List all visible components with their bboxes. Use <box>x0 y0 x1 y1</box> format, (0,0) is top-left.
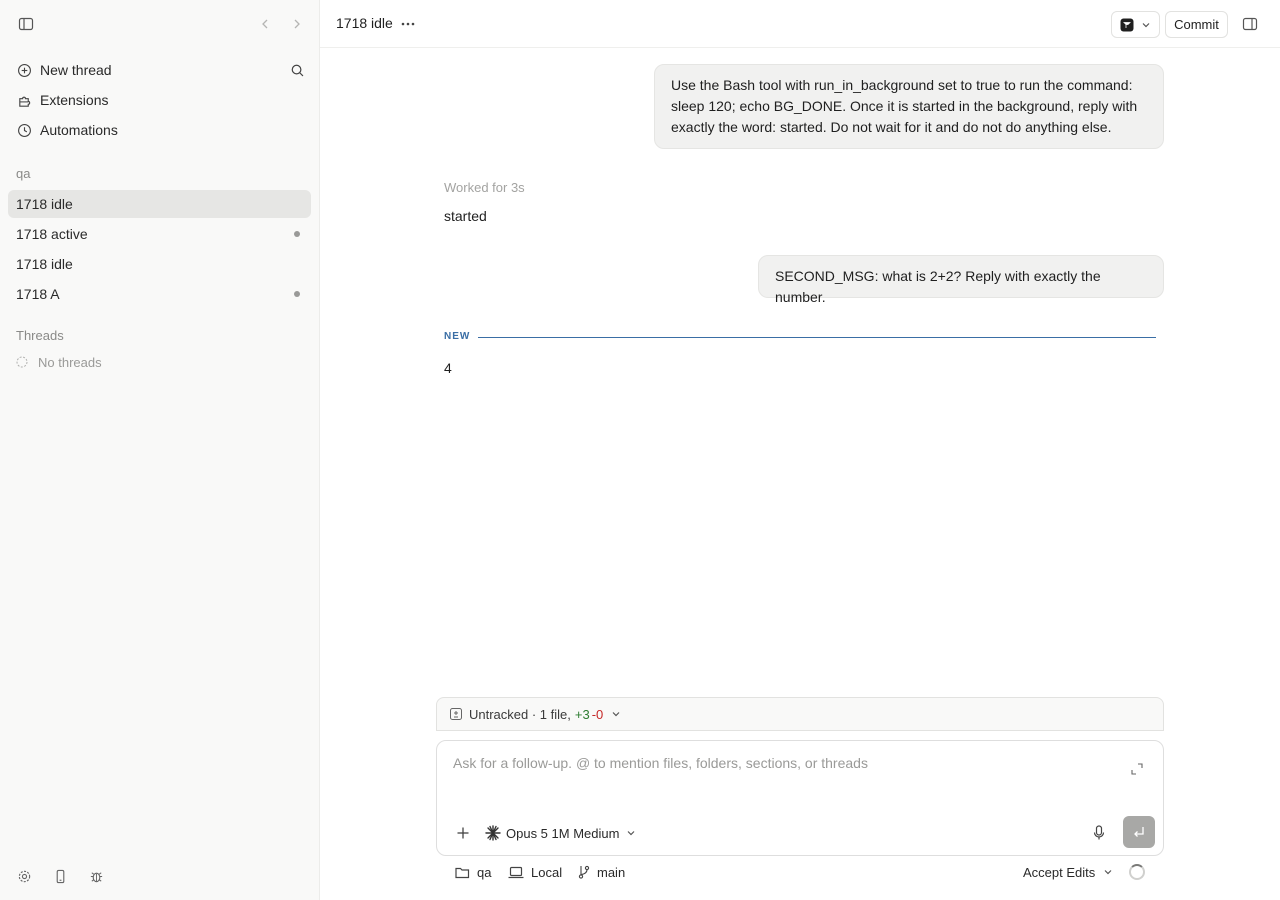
accept-edits-dropdown[interactable]: Accept Edits <box>1023 862 1113 882</box>
branch-label: main <box>597 864 626 880</box>
file-diff-icon <box>450 708 462 720</box>
new-thread-label: New thread <box>40 62 112 78</box>
project-label: qa <box>16 166 31 181</box>
diff-additions: +3 <box>574 706 590 722</box>
model-selector[interactable]: Opus 5 1M Medium <box>485 821 636 845</box>
assistant-message: started <box>444 208 487 224</box>
git-branch-icon <box>578 865 590 879</box>
thread-item[interactable]: 1718 active <box>8 220 311 248</box>
laptop-icon <box>508 866 524 879</box>
no-threads-label: No threads <box>38 354 102 370</box>
send-button[interactable] <box>1123 816 1155 848</box>
forward-arrow-icon[interactable] <box>285 12 309 36</box>
thread-status-dot <box>294 291 300 297</box>
chevron-down-icon <box>1103 867 1113 877</box>
new-thread-button[interactable]: New thread <box>8 56 311 84</box>
more-options-icon[interactable] <box>396 12 420 36</box>
toggle-right-panel-icon[interactable] <box>1238 12 1262 36</box>
microphone-icon[interactable] <box>1087 821 1111 845</box>
search-icon[interactable] <box>285 58 309 82</box>
model-label: Opus 5 1M Medium <box>506 825 620 841</box>
automations-button[interactable]: Automations <box>8 116 311 144</box>
user-message: Use the Bash tool with run_in_background… <box>654 64 1164 149</box>
folder-icon <box>455 866 470 879</box>
settings-gear-icon[interactable] <box>12 864 36 888</box>
dashed-circle-icon <box>16 355 30 369</box>
bug-icon[interactable] <box>84 864 108 888</box>
mobile-device-icon[interactable] <box>48 864 72 888</box>
commit-button[interactable]: Commit <box>1165 11 1228 38</box>
environment-selector[interactable]: Local <box>508 862 562 882</box>
back-arrow-icon[interactable] <box>253 12 277 36</box>
composer: Opus 5 1M Medium <box>436 740 1164 856</box>
new-messages-label: NEW <box>444 331 471 342</box>
extensions-button[interactable]: Extensions <box>8 86 311 114</box>
chevron-down-icon <box>1141 20 1151 30</box>
threads-section-label: Threads <box>16 328 64 343</box>
thread-title: 1718 idle <box>336 15 393 31</box>
thread-label: 1718 idle <box>16 256 73 272</box>
user-message: SECOND_MSG: what is 2+2? Reply with exac… <box>758 255 1164 305</box>
add-attachment-icon[interactable] <box>451 821 475 845</box>
environment-label: Local <box>531 864 563 880</box>
toggle-sidebar-icon[interactable] <box>14 12 38 36</box>
starburst-icon <box>485 825 501 841</box>
chevron-down-icon <box>626 828 636 838</box>
thread-label: 1718 A <box>16 286 60 302</box>
open-in-editor-button[interactable] <box>1111 11 1160 38</box>
diff-deletions: -0 <box>591 706 604 722</box>
thread-item[interactable]: 1718 idle <box>8 250 311 278</box>
worked-for-label: Worked for 3s <box>444 180 525 195</box>
follow-up-input[interactable] <box>453 755 1113 779</box>
expand-icon[interactable] <box>1125 757 1149 781</box>
loading-spinner-icon <box>1129 864 1145 880</box>
no-threads-placeholder: No threads <box>16 352 102 372</box>
folder-selector[interactable]: qa <box>455 862 491 882</box>
folder-label: qa <box>477 864 492 880</box>
thread-header: 1718 idle Commit <box>320 0 1280 48</box>
editor-app-icon <box>1120 18 1134 32</box>
automations-label: Automations <box>40 122 118 138</box>
assistant-message: 4 <box>444 360 452 376</box>
sidebar: New thread Extensions Automations qa 171… <box>0 0 320 900</box>
thread-label: 1718 active <box>16 226 88 242</box>
thread-item[interactable]: 1718 A <box>8 280 311 308</box>
plus-circle-icon <box>16 62 32 78</box>
untracked-summary: Untracked · 1 file, <box>469 706 571 722</box>
clock-icon <box>16 122 32 138</box>
accept-edits-label: Accept Edits <box>1023 864 1096 880</box>
untracked-changes-bar[interactable]: Untracked · 1 file, +3 -0 <box>436 697 1164 731</box>
extensions-label: Extensions <box>40 92 109 108</box>
sidebar-toolbar <box>0 12 320 36</box>
thread-item[interactable]: 1718 idle <box>8 190 311 218</box>
puzzle-icon <box>16 92 32 108</box>
branch-selector[interactable]: main <box>578 862 625 882</box>
thread-label: 1718 idle <box>16 196 73 212</box>
new-messages-divider <box>478 337 1156 338</box>
thread-status-dot <box>294 231 300 237</box>
chevron-down-icon <box>611 709 621 719</box>
send-arrow-icon <box>1132 825 1146 839</box>
